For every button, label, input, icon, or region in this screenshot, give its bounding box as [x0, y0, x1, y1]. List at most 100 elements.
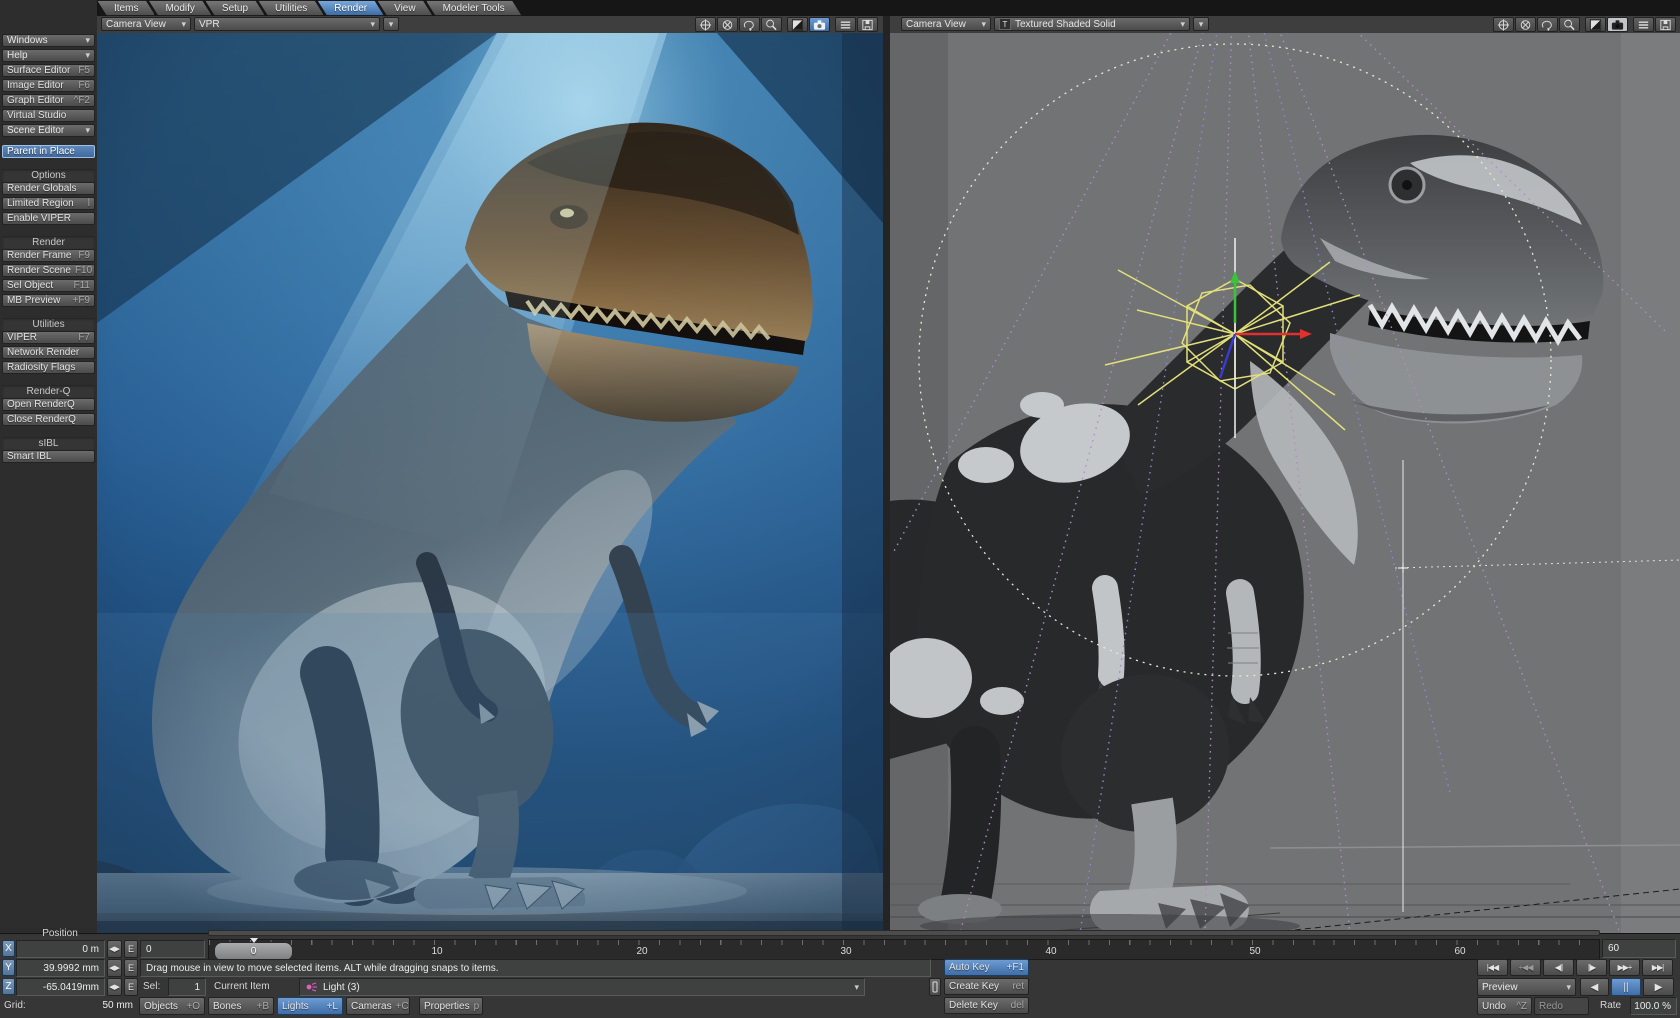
sel-object-button[interactable]: Sel ObjectF11: [2, 279, 95, 292]
rotate-icon[interactable]: [1515, 17, 1536, 32]
x-envelope-button[interactable]: E: [124, 940, 138, 958]
rotate-icon[interactable]: [717, 17, 738, 32]
parent-in-place-button[interactable]: Parent in Place: [2, 145, 95, 158]
vpr-scene: [97, 33, 883, 933]
y-axis-chip[interactable]: Y: [2, 959, 15, 976]
bottom-panel: Position 10 20 30 40 50 60 0 60 X 0 m ◀▶…: [0, 933, 1680, 1018]
properties-button[interactable]: Propertiesp: [419, 997, 483, 1015]
cameras-button[interactable]: Cameras+C: [346, 997, 410, 1015]
tab-modeler-tools[interactable]: Modeler Tools: [426, 0, 522, 16]
zoom-icon[interactable]: [1559, 17, 1580, 32]
windows-menu[interactable]: Windows▾: [2, 34, 95, 47]
close-renderq-button[interactable]: Close RenderQ: [2, 413, 95, 426]
rate-value-field[interactable]: 100.0 %: [1630, 997, 1677, 1015]
z-envelope-button[interactable]: E: [124, 978, 138, 996]
current-item-dropdown[interactable]: Light (3) ▾: [299, 978, 865, 996]
tab-utilities[interactable]: Utilities: [258, 0, 324, 16]
limited-region-button[interactable]: Limited Regionl: [2, 197, 95, 210]
end-frame-field[interactable]: 60: [1602, 939, 1676, 958]
y-position-field[interactable]: 39.9992 mm: [16, 959, 105, 977]
x-nudge-arrows-icon[interactable]: ◀▶: [107, 940, 122, 958]
save-icon[interactable]: [857, 17, 878, 32]
viewport-divider[interactable]: [883, 16, 890, 933]
mb-preview-button[interactable]: MB Preview+F9: [2, 294, 95, 307]
save-icon[interactable]: [1655, 17, 1676, 32]
open-renderq-button[interactable]: Open RenderQ: [2, 398, 95, 411]
enable-viper-button[interactable]: Enable VIPER: [2, 212, 95, 225]
timeline-ruler[interactable]: 10 20 30 40 50 60 0: [208, 939, 1600, 960]
right-mode-extra-dropdown[interactable]: ▾: [1193, 17, 1209, 31]
image-editor-button[interactable]: Image EditorF6: [2, 79, 95, 92]
x-position-field[interactable]: 0 m: [16, 940, 105, 958]
menu-icon[interactable]: [1633, 17, 1654, 32]
objects-button[interactable]: Objects+O: [139, 997, 205, 1015]
tab-modify[interactable]: Modify: [148, 0, 211, 16]
step-forward-button[interactable]: ||▶: [1576, 959, 1607, 976]
right-viewport-toolbar: Camera View ▾ T Textured Shaded Solid ▾ …: [890, 16, 1680, 34]
go-to-end-button[interactable]: ▶▶|: [1642, 959, 1673, 976]
tab-setup[interactable]: Setup: [205, 0, 265, 16]
left-view-type-dropdown[interactable]: Camera View ▾: [101, 17, 191, 31]
camera-icon[interactable]: [1607, 17, 1628, 32]
left-render-mode-dropdown[interactable]: VPR ▾: [194, 17, 380, 31]
delete-key-button[interactable]: Delete Keydel: [944, 997, 1029, 1014]
graph-editor-button[interactable]: Graph Editor^F2: [2, 94, 95, 107]
lights-button[interactable]: Lights+L: [277, 997, 343, 1015]
orbit-icon[interactable]: [739, 17, 760, 32]
right-render-mode-dropdown[interactable]: T Textured Shaded Solid ▾: [994, 17, 1190, 31]
help-menu[interactable]: Help▾: [2, 49, 95, 62]
dropdown-arrow-icon: ▾: [1199, 19, 1204, 30]
play-reverse-button[interactable]: ◀: [1580, 978, 1609, 996]
tab-render[interactable]: Render: [317, 0, 384, 16]
step-back-button[interactable]: ◀||: [1543, 959, 1574, 976]
z-nudge-arrows-icon[interactable]: ◀▶: [107, 978, 122, 996]
network-render-button[interactable]: Network Render: [2, 346, 95, 359]
pan-icon[interactable]: [1493, 17, 1514, 32]
z-axis-chip[interactable]: Z: [2, 978, 15, 995]
y-nudge-arrows-icon[interactable]: ◀▶: [107, 959, 122, 977]
menu-icon[interactable]: [835, 17, 856, 32]
virtual-studio-button[interactable]: Virtual Studio: [2, 109, 95, 122]
radiosity-flags-button[interactable]: Radiosity Flags: [2, 361, 95, 374]
previous-keyframe-button[interactable]: +◀◀: [1510, 959, 1541, 976]
camera-icon[interactable]: [809, 17, 830, 32]
pause-button[interactable]: ||: [1611, 978, 1641, 996]
grid-label: Grid:: [4, 1000, 26, 1011]
timeline-scrollbar[interactable]: [208, 930, 1600, 936]
go-to-start-button[interactable]: |◀◀: [1477, 959, 1508, 976]
undo-button[interactable]: Undo^Z: [1477, 997, 1532, 1015]
play-forward-button[interactable]: ▶: [1643, 978, 1674, 996]
render-scene-button[interactable]: Render SceneF10: [2, 264, 95, 277]
options-section-header: Options: [2, 169, 95, 182]
zoom-icon[interactable]: [761, 17, 782, 32]
viper-button[interactable]: VIPERF7: [2, 331, 95, 344]
right-viewport-opengl[interactable]: [890, 33, 1680, 933]
left-mode-extra-dropdown[interactable]: ▾: [383, 17, 399, 31]
render-globals-button[interactable]: Render Globals: [2, 182, 95, 195]
z-position-field[interactable]: -65.0419mm: [16, 978, 105, 996]
next-keyframe-button[interactable]: ▶▶+: [1609, 959, 1640, 976]
orbit-icon[interactable]: [1537, 17, 1558, 32]
x-axis-chip[interactable]: X: [2, 940, 15, 957]
lightwave-layout-window: File ▾ Edit ▾ Items Modify Setup Utiliti…: [0, 0, 1680, 1018]
create-key-button[interactable]: Create Keyret: [944, 978, 1029, 995]
tab-view[interactable]: View: [377, 0, 433, 16]
keyframe-toggle-icon[interactable]: [929, 978, 941, 996]
scene-editor-dropdown[interactable]: Scene Editor▾: [2, 124, 95, 137]
maximize-icon[interactable]: [1585, 17, 1606, 32]
preview-dropdown[interactable]: Preview▾: [1477, 978, 1576, 996]
auto-key-button[interactable]: Auto Key+F1: [944, 959, 1029, 976]
pan-icon[interactable]: [695, 17, 716, 32]
smart-ibl-button[interactable]: Smart IBL: [2, 450, 95, 463]
tab-items[interactable]: Items: [97, 0, 155, 16]
water-haze: [97, 613, 883, 913]
y-envelope-button[interactable]: E: [124, 959, 138, 977]
maximize-icon[interactable]: [787, 17, 808, 32]
right-view-type-dropdown[interactable]: Camera View ▾: [901, 17, 991, 31]
left-viewport-vpr[interactable]: [97, 33, 883, 933]
redo-button[interactable]: Redo: [1534, 997, 1589, 1015]
render-frame-button[interactable]: Render FrameF9: [2, 249, 95, 262]
bones-button[interactable]: Bones+B: [208, 997, 274, 1015]
current-frame-field[interactable]: 0: [140, 940, 205, 958]
surface-editor-button[interactable]: Surface EditorF5: [2, 64, 95, 77]
